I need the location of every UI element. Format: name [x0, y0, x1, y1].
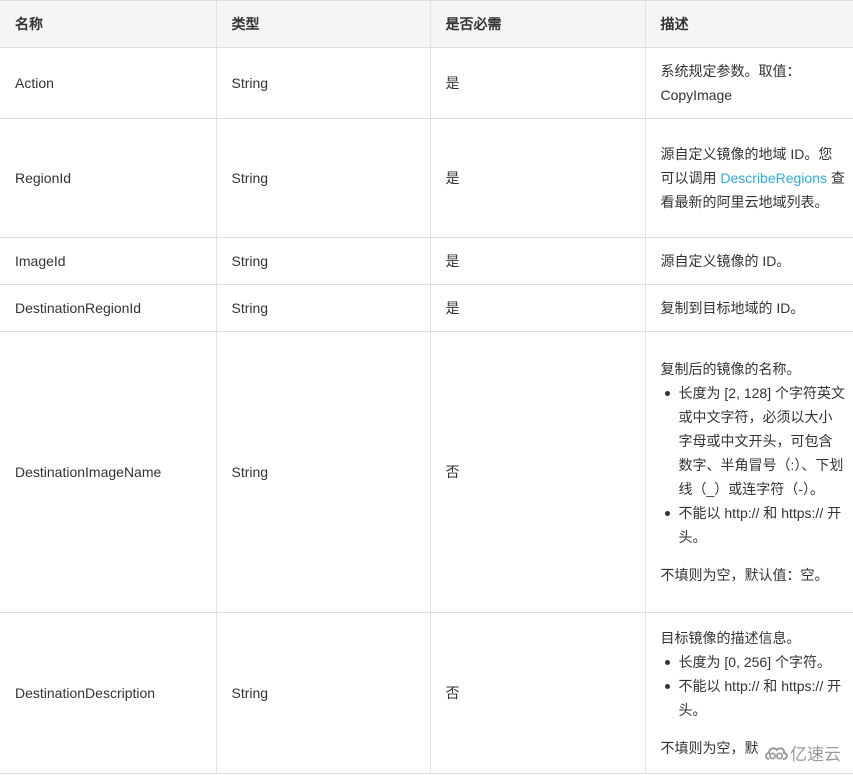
describe-regions-link[interactable]: DescribeRegions	[720, 170, 827, 186]
description-bullets: 长度为 [2, 128] 个字符英文或中文字符，必须以大小字母或中文开头，可包含…	[661, 381, 846, 549]
param-name: DestinationImageName	[0, 331, 216, 613]
param-description: 复制后的镜像的名称。 长度为 [2, 128] 个字符英文或中文字符，必须以大小…	[644, 331, 853, 613]
param-type: String	[215, 612, 430, 774]
header-row: 名称 类型 是否必需 描述	[0, 0, 853, 48]
bullet-item: 不能以 http:// 和 https:// 开头。	[664, 674, 846, 722]
description-intro: 目标镜像的描述信息。	[660, 630, 801, 646]
header-name: 名称	[0, 0, 216, 48]
table-row: RegionId String 是 源自定义镜像的地域 ID。您可以调用 Des…	[0, 118, 853, 238]
header-description: 描述	[644, 0, 853, 48]
header-required: 是否必需	[429, 0, 645, 48]
param-required: 是	[429, 118, 645, 238]
bullet-item: 长度为 [2, 128] 个字符英文或中文字符，必须以大小字母或中文开头，可包含…	[664, 381, 846, 501]
description-bullets: 长度为 [0, 256] 个字符。 不能以 http:// 和 https://…	[661, 650, 846, 722]
cloud-logo-icon	[764, 744, 788, 762]
param-description: 源自定义镜像的 ID。	[644, 237, 853, 285]
description-value: CopyImage	[660, 87, 733, 103]
param-type: String	[215, 284, 430, 332]
param-name: ImageId	[0, 237, 216, 285]
table-row: DestinationImageName String 否 复制后的镜像的名称。…	[0, 331, 853, 613]
bullet-item: 长度为 [0, 256] 个字符。	[664, 650, 846, 674]
param-type: String	[215, 237, 430, 285]
table-row: DestinationDescription String 否 目标镜像的描述信…	[0, 612, 853, 774]
param-description: 源自定义镜像的地域 ID。您可以调用 DescribeRegions 查看最新的…	[644, 118, 853, 238]
param-required: 是	[429, 237, 645, 285]
param-name: DestinationDescription	[0, 612, 216, 774]
param-description: 复制到目标地域的 ID。	[644, 284, 853, 332]
param-name: RegionId	[0, 118, 216, 238]
param-type: String	[215, 118, 430, 238]
param-type: String	[215, 47, 430, 119]
table-body: Action String 是 系统规定参数。取值： CopyImage Reg…	[0, 47, 853, 774]
table-row: Action String 是 系统规定参数。取值： CopyImage	[0, 47, 853, 119]
bullet-item: 不能以 http:// 和 https:// 开头。	[664, 501, 846, 549]
param-required: 否	[429, 612, 645, 774]
param-description: 系统规定参数。取值： CopyImage	[644, 47, 853, 119]
param-name: DestinationRegionId	[0, 284, 216, 332]
param-name: Action	[0, 47, 216, 119]
table-row: ImageId String 是 源自定义镜像的 ID。	[0, 237, 853, 285]
description-line: 系统规定参数。取值：	[660, 63, 801, 79]
param-required: 是	[429, 284, 645, 332]
param-required: 是	[429, 47, 645, 119]
watermark: 亿速云	[758, 738, 845, 767]
description-footer: 不填则为空，默认值：空。	[660, 567, 829, 583]
table-row: DestinationRegionId String 是 复制到目标地域的 ID…	[0, 284, 853, 332]
param-required: 否	[429, 331, 645, 613]
description-intro: 复制后的镜像的名称。	[660, 361, 801, 377]
table-header: 名称 类型 是否必需 描述	[0, 0, 853, 48]
param-type: String	[215, 331, 430, 613]
watermark-text: 亿速云	[790, 745, 841, 764]
header-type: 类型	[215, 0, 430, 48]
parameters-table: 名称 类型 是否必需 描述 Action String 是 系统规定参数。取值：…	[0, 0, 853, 774]
